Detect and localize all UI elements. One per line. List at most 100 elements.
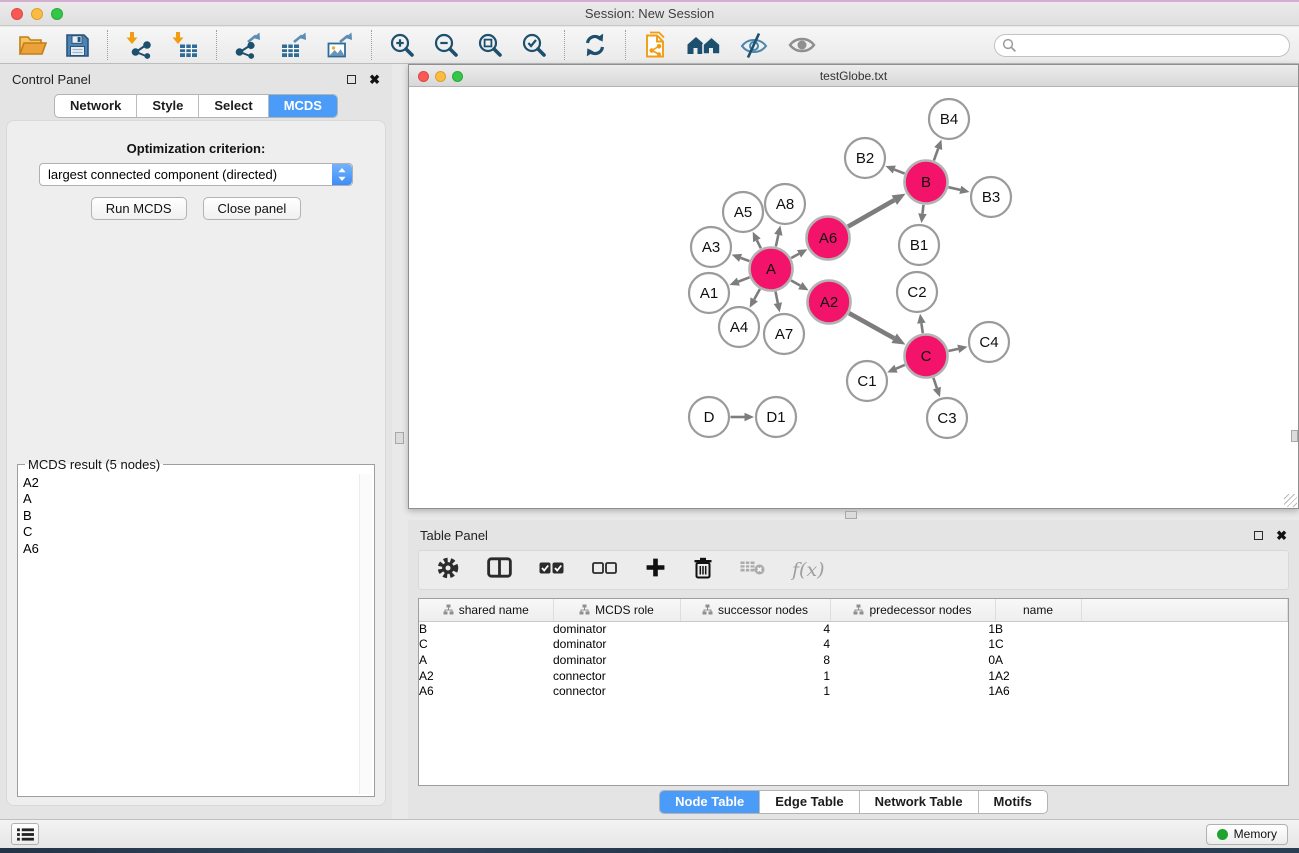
column-header-shared-name[interactable]: shared name: [419, 599, 553, 621]
splitter-grip[interactable]: [395, 432, 404, 444]
hide-selected-eye-slash-icon[interactable]: [730, 29, 778, 61]
export-network-icon[interactable]: [225, 29, 271, 61]
graph-node-A7[interactable]: A7: [764, 314, 804, 354]
search-box[interactable]: [994, 34, 1290, 57]
zoom-selected-icon[interactable]: [512, 29, 556, 61]
column-header-predecessor-nodes[interactable]: predecessor nodes: [830, 599, 995, 621]
column-header-successor-nodes[interactable]: successor nodes: [680, 599, 830, 621]
horizontal-splitter-grip[interactable]: [845, 511, 857, 519]
close-panel-icon[interactable]: ✖: [369, 75, 380, 84]
run-mcds-button[interactable]: Run MCDS: [91, 197, 187, 220]
graph-node-D1[interactable]: D1: [756, 397, 796, 437]
graph-node-C2[interactable]: C2: [897, 272, 937, 312]
graph-edge-A2-C[interactable]: [849, 313, 905, 344]
graph-edge-A6-B[interactable]: [848, 194, 906, 227]
graph-edge-A-A7[interactable]: [774, 292, 782, 313]
save-session-icon[interactable]: [56, 29, 99, 61]
graph-node-A2[interactable]: A2: [808, 281, 851, 324]
vertical-splitter[interactable]: [392, 64, 408, 819]
column-header-name[interactable]: name: [995, 599, 1081, 621]
control-tab-style[interactable]: Style: [137, 95, 199, 117]
graph-node-A5[interactable]: A5: [723, 192, 763, 232]
select-all-columns-icon[interactable]: [539, 561, 565, 580]
result-scrollbar[interactable]: [359, 474, 372, 794]
graph-node-A1[interactable]: A1: [689, 273, 729, 313]
mcds-result-item[interactable]: A: [23, 491, 372, 507]
network-canvas[interactable]: B4B2BB3A5A8A6A3B1AA1C2A2A4A7C4CC1C3DD1: [409, 87, 1298, 508]
table-row[interactable]: A6connector11A6: [419, 683, 1288, 699]
graph-edge-B-B4[interactable]: [934, 140, 942, 161]
table-tab-edge-table[interactable]: Edge Table: [760, 791, 859, 813]
graph-edge-A-A6[interactable]: [791, 249, 807, 258]
delete-columns-trash-icon[interactable]: [693, 557, 713, 584]
graph-edge-C-C4[interactable]: [948, 345, 967, 353]
graph-edge-A-A5[interactable]: [753, 232, 761, 249]
right-edge-grip[interactable]: [1291, 430, 1298, 442]
mcds-result-item[interactable]: A2: [23, 475, 372, 491]
import-table-icon[interactable]: [162, 29, 208, 61]
graph-edge-A-A4[interactable]: [750, 289, 760, 308]
minimize-window-button[interactable]: [31, 8, 43, 20]
window-resize-grip[interactable]: [1284, 494, 1297, 507]
graph-node-B4[interactable]: B4: [929, 99, 969, 139]
graph-node-A[interactable]: A: [750, 248, 793, 291]
apply-layout-icon[interactable]: [573, 29, 617, 61]
table-tab-motifs[interactable]: Motifs: [979, 791, 1047, 813]
new-network-from-selection-icon[interactable]: [634, 29, 678, 61]
import-network-icon[interactable]: [116, 29, 162, 61]
close-window-button[interactable]: [11, 8, 23, 20]
mcds-result-item[interactable]: B: [23, 508, 372, 524]
export-table-icon[interactable]: [271, 29, 317, 61]
graph-node-A4[interactable]: A4: [719, 307, 759, 347]
graph-edge-C-C2[interactable]: [917, 314, 925, 333]
graph-edge-A-A1[interactable]: [730, 277, 750, 285]
control-tab-select[interactable]: Select: [199, 95, 268, 117]
graph-edge-C-C3[interactable]: [933, 378, 941, 397]
network-minimize-button[interactable]: [435, 71, 446, 82]
graph-node-A3[interactable]: A3: [691, 227, 731, 267]
graph-edge-B-B1[interactable]: [918, 205, 926, 223]
table-row[interactable]: A2connector11A2: [419, 668, 1288, 684]
mcds-result-item[interactable]: A6: [23, 541, 372, 557]
graph-node-C1[interactable]: C1: [847, 361, 887, 401]
table-tab-network-table[interactable]: Network Table: [860, 791, 979, 813]
close-table-panel-icon[interactable]: ✖: [1276, 531, 1287, 540]
graph-node-B3[interactable]: B3: [971, 177, 1011, 217]
zoom-window-button[interactable]: [51, 8, 63, 20]
table-row[interactable]: Adominator80A: [419, 652, 1288, 668]
float-panel-icon[interactable]: [347, 75, 356, 84]
close-panel-button[interactable]: Close panel: [203, 197, 302, 220]
network-zoom-button[interactable]: [452, 71, 463, 82]
graph-node-D[interactable]: D: [689, 397, 729, 437]
control-tab-mcds[interactable]: MCDS: [269, 95, 337, 117]
mcds-result-item[interactable]: C: [23, 524, 372, 540]
graph-edge-A-A3[interactable]: [732, 254, 750, 262]
table-row[interactable]: Bdominator41B: [419, 621, 1288, 637]
graph-node-B2[interactable]: B2: [845, 138, 885, 178]
search-input[interactable]: [1017, 36, 1289, 55]
deselect-all-columns-icon[interactable]: [592, 561, 618, 580]
zoom-in-icon[interactable]: [380, 29, 424, 61]
graph-node-C3[interactable]: C3: [927, 398, 967, 438]
float-table-panel-icon[interactable]: [1254, 531, 1263, 540]
split-columns-icon[interactable]: [487, 557, 512, 583]
open-session-icon[interactable]: [8, 29, 56, 61]
graph-edge-C-C1[interactable]: [887, 365, 905, 373]
first-neighbors-houses-icon[interactable]: [678, 29, 730, 61]
graph-node-A8[interactable]: A8: [765, 184, 805, 224]
graph-edge-D-D1[interactable]: [731, 413, 755, 422]
criterion-select[interactable]: largest connected component (directed): [39, 163, 353, 186]
task-history-button[interactable]: [11, 823, 39, 845]
network-window-titlebar[interactable]: testGlobe.txt: [409, 65, 1298, 87]
network-close-button[interactable]: [418, 71, 429, 82]
graph-node-A6[interactable]: A6: [807, 217, 850, 260]
add-column-plus-icon[interactable]: [645, 557, 666, 583]
export-image-icon[interactable]: [317, 29, 363, 61]
zoom-out-icon[interactable]: [424, 29, 468, 61]
table-row[interactable]: Cdominator41C: [419, 637, 1288, 653]
graph-edge-B-B2[interactable]: [885, 166, 904, 174]
graph-node-B1[interactable]: B1: [899, 225, 939, 265]
graph-edge-A-A8[interactable]: [774, 226, 782, 247]
table-tab-node-table[interactable]: Node Table: [660, 791, 760, 813]
column-header-MCDS-role[interactable]: MCDS role: [553, 599, 680, 621]
